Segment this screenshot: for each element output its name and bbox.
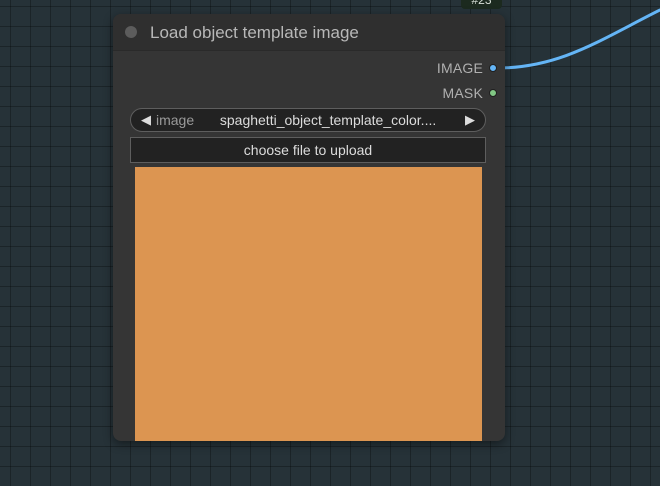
arrow-left-icon[interactable]: ◀ bbox=[138, 112, 154, 128]
combo-widget-name: image bbox=[156, 112, 195, 128]
output-mask-label: MASK bbox=[442, 85, 483, 101]
image-connection-wire[interactable] bbox=[495, 8, 660, 70]
upload-button[interactable]: choose file to upload bbox=[130, 137, 486, 163]
arrow-right-icon[interactable]: ▶ bbox=[462, 112, 478, 128]
graph-canvas[interactable]: #23 Load object template image IMAGE MAS… bbox=[0, 0, 660, 486]
image-combo-widget[interactable]: ◀ image spaghetti_object_template_color.… bbox=[130, 108, 486, 132]
output-mask[interactable]: MASK bbox=[443, 84, 497, 102]
node-id-badge: #23 bbox=[461, 0, 502, 9]
node-header[interactable]: Load object template image bbox=[113, 14, 505, 51]
output-mask-slot-icon[interactable] bbox=[489, 89, 497, 97]
node-title: Load object template image bbox=[150, 23, 359, 42]
output-image-label: IMAGE bbox=[436, 60, 483, 76]
combo-widget-value[interactable]: spaghetti_object_template_color.... bbox=[198, 112, 458, 128]
collapse-dot-icon[interactable] bbox=[125, 26, 137, 38]
output-image-slot-icon[interactable] bbox=[489, 64, 497, 72]
image-preview bbox=[135, 167, 482, 441]
load-image-node[interactable]: Load object template image IMAGE MASK ◀ … bbox=[113, 14, 505, 441]
output-image[interactable]: IMAGE bbox=[437, 59, 497, 77]
